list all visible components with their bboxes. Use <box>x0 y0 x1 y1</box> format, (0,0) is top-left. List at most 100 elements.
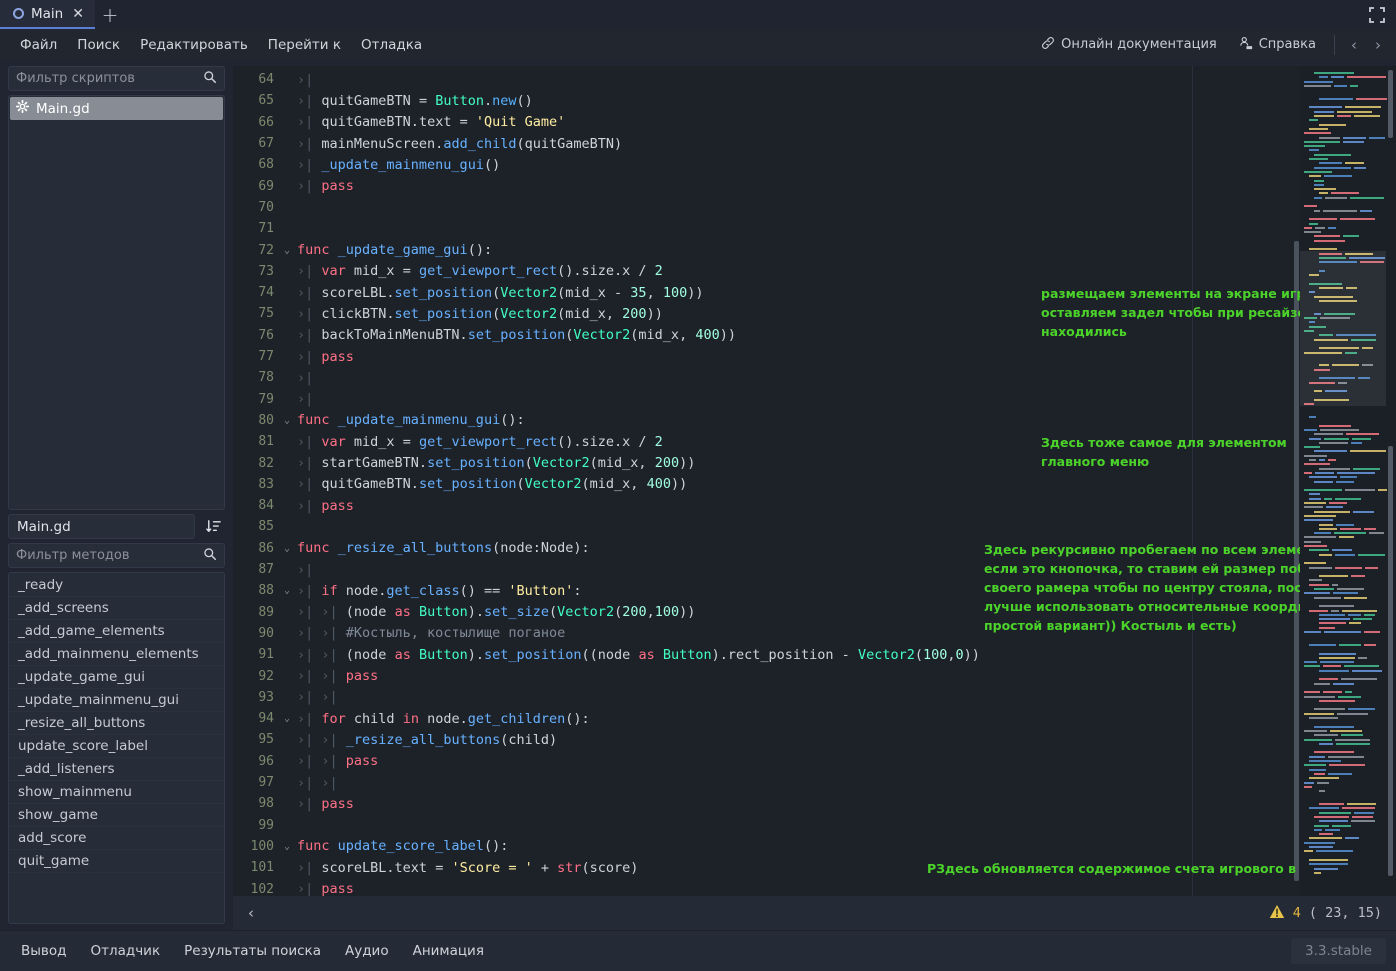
menu-goto[interactable]: Перейти к <box>258 33 351 57</box>
code-line[interactable]: 80⌄func _update_mainmenu_gui(): <box>233 410 1300 431</box>
code-line[interactable]: 71 <box>233 218 1300 239</box>
minimap-line <box>1304 231 1321 233</box>
sort-methods-icon[interactable] <box>201 515 225 539</box>
code-line[interactable]: 91›| ›| (node as Button).set_position((n… <box>233 644 1300 665</box>
code-line[interactable]: 92›| ›| pass <box>233 665 1300 686</box>
menu-edit[interactable]: Редактировать <box>130 33 258 57</box>
code-line[interactable]: 70 <box>233 197 1300 218</box>
minimap-scrollbar-thumb[interactable] <box>1388 70 1393 138</box>
method-item[interactable]: update_score_label <box>9 735 224 758</box>
code-token: (mid_x, <box>582 476 647 492</box>
method-filter-input[interactable] <box>16 548 203 563</box>
code-line[interactable]: 93›| ›| <box>233 687 1300 708</box>
code-token: (mid_x, <box>590 455 655 471</box>
code-line[interactable]: 100⌄func update_score_label(): <box>233 836 1300 857</box>
line-number: 80 <box>233 413 281 428</box>
method-item[interactable]: _ready <box>9 574 224 597</box>
minimap-viewport[interactable] <box>1300 251 1386 406</box>
fold-toggle-icon[interactable]: ⌄ <box>281 415 293 426</box>
menu-file[interactable]: Файл <box>10 33 67 57</box>
bottom-tab-output[interactable]: Вывод <box>10 938 77 964</box>
code-line[interactable]: 83›| quitGameBTN.set_position(Vector2(mi… <box>233 474 1300 495</box>
script-filter-input[interactable] <box>16 71 203 86</box>
bottom-tab-audio[interactable]: Аудио <box>334 938 400 964</box>
code-token: ( <box>525 455 533 471</box>
collapse-panel-icon[interactable]: ‹ <box>243 904 259 922</box>
code-line[interactable]: 78›| <box>233 367 1300 388</box>
menu-debug[interactable]: Отладка <box>351 33 432 57</box>
fold-toggle-icon[interactable]: ⌄ <box>281 841 293 852</box>
code-text: ›| quitGameBTN = Button.new() <box>293 93 533 109</box>
code-text: ›| <box>293 391 321 407</box>
code-line[interactable]: 72⌄func _update_game_gui(): <box>233 239 1300 260</box>
script-item-main[interactable]: Main.gd <box>10 97 223 120</box>
minimap-line <box>1337 472 1375 474</box>
fold-toggle-icon[interactable]: ⌄ <box>281 713 293 724</box>
code-line[interactable]: 77›| pass <box>233 346 1300 367</box>
method-item[interactable]: _update_game_gui <box>9 666 224 689</box>
code-line[interactable]: 65›| quitGameBTN = Button.new() <box>233 90 1300 111</box>
code-line[interactable]: 98›| pass <box>233 793 1300 814</box>
method-item[interactable]: _resize_all_buttons <box>9 712 224 735</box>
code-token: (child) <box>500 732 557 748</box>
method-filter-box[interactable] <box>8 543 225 568</box>
code-line[interactable]: 68›| _update_mainmenu_gui() <box>233 154 1300 175</box>
code-line[interactable]: 97›| ›| <box>233 772 1300 793</box>
code-line[interactable]: 85 <box>233 516 1300 537</box>
add-tab-button[interactable]: + <box>95 0 125 29</box>
code-line[interactable]: 69›| pass <box>233 176 1300 197</box>
code-line[interactable]: 94⌄›| for child in node.get_children(): <box>233 708 1300 729</box>
code-line[interactable]: 96›| ›| pass <box>233 751 1300 772</box>
method-item[interactable]: _add_game_elements <box>9 620 224 643</box>
tab-indent-marker: ›| <box>321 732 345 748</box>
fold-toggle-icon[interactable]: ⌄ <box>281 585 293 596</box>
minimap-line <box>1329 764 1365 766</box>
fullscreen-icon[interactable] <box>1358 0 1396 29</box>
code-line[interactable]: 66›| quitGameBTN.text = 'Quit Game' <box>233 112 1300 133</box>
minimap-line <box>1324 631 1360 633</box>
method-item[interactable]: _add_screens <box>9 597 224 620</box>
bottom-tab-debugger[interactable]: Отладчик <box>79 938 171 964</box>
code-token: var <box>321 263 354 279</box>
code-minimap[interactable] <box>1300 66 1396 896</box>
minimap-line <box>1345 489 1376 491</box>
nav-prev-button[interactable]: ‹ <box>1344 34 1364 56</box>
code-token: 100 <box>655 604 679 620</box>
method-item[interactable]: add_score <box>9 827 224 850</box>
method-item[interactable]: _add_mainmenu_elements <box>9 643 224 666</box>
code-editor[interactable]: 64›| 65›| quitGameBTN = Button.new()66›|… <box>233 66 1396 896</box>
code-token: Vector2 <box>533 455 590 471</box>
close-icon[interactable]: ✕ <box>72 7 84 21</box>
fold-toggle-icon[interactable]: ⌄ <box>281 543 293 554</box>
bottom-tab-animation[interactable]: Анимация <box>402 938 495 964</box>
minimap-scrollbar-track[interactable] <box>1388 446 1393 876</box>
online-docs-button[interactable]: Онлайн документация <box>1032 32 1226 58</box>
method-item[interactable]: _add_listeners <box>9 758 224 781</box>
warning-count: 4 <box>1293 905 1301 921</box>
code-line[interactable]: 99 <box>233 815 1300 836</box>
minimap-line <box>1309 579 1322 581</box>
fold-toggle-icon[interactable]: ⌄ <box>281 245 293 256</box>
code-line[interactable]: 102›| pass <box>233 878 1300 896</box>
code-line[interactable]: 84›| pass <box>233 495 1300 516</box>
nav-next-button[interactable]: › <box>1368 34 1388 56</box>
minimap-line <box>1304 739 1332 741</box>
code-line[interactable]: 79›| <box>233 389 1300 410</box>
method-item[interactable]: show_game <box>9 804 224 827</box>
code-lines-container[interactable]: 64›| 65›| quitGameBTN = Button.new()66›|… <box>233 66 1300 896</box>
code-line[interactable]: 67›| mainMenuScreen.add_child(quitGameBT… <box>233 133 1300 154</box>
bottom-tab-search-results[interactable]: Результаты поиска <box>173 938 332 964</box>
method-item[interactable]: show_mainmenu <box>9 781 224 804</box>
minimap-line <box>1309 859 1348 861</box>
tab-indent-marker: ›| <box>297 668 321 684</box>
code-line[interactable]: 64›| <box>233 69 1300 90</box>
code-line[interactable]: 95›| ›| _resize_all_buttons(child) <box>233 729 1300 750</box>
method-item[interactable]: _update_mainmenu_gui <box>9 689 224 712</box>
menu-search[interactable]: Поиск <box>67 33 130 57</box>
help-button[interactable]: Справка <box>1230 32 1325 58</box>
minimap-line <box>1337 588 1365 590</box>
method-item[interactable]: quit_game <box>9 850 224 873</box>
script-filter-box[interactable] <box>8 66 225 91</box>
code-line[interactable]: 73›| var mid_x = get_viewport_rect().siz… <box>233 261 1300 282</box>
tab-main[interactable]: Main ✕ <box>0 0 95 29</box>
